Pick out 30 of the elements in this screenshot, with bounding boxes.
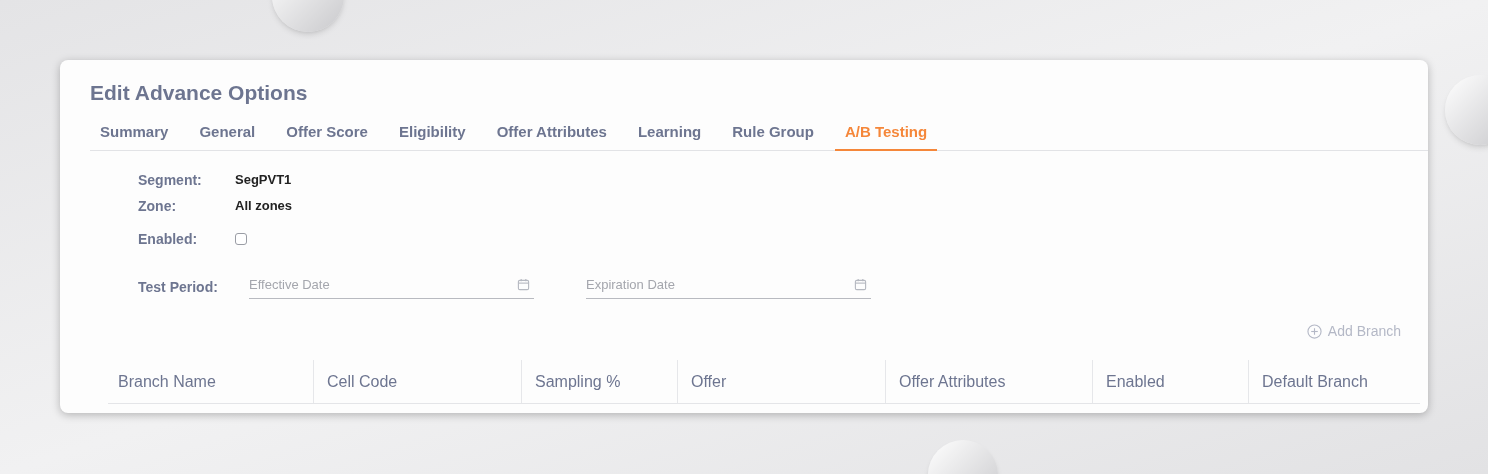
date-input[interactable]: Effective Date [249,274,517,294]
tab[interactable]: Summary [90,115,179,151]
column-header: Sampling % [535,371,621,392]
tab[interactable]: A/B Testing [834,115,938,151]
column-header: Cell Code [327,371,398,392]
field-value: All zones [235,197,293,216]
tab[interactable]: Eligibility [388,115,476,151]
field-label: Test Period: [138,278,219,297]
tab[interactable]: Offer Attributes [486,115,617,151]
calendar-icon[interactable] [854,277,867,291]
date-field[interactable]: Effective Date [249,274,534,299]
field-label: Enabled: [138,229,199,249]
date-field[interactable]: Expiration Date [586,274,871,299]
tab[interactable]: Learning [627,115,712,151]
tab[interactable]: Offer Score [276,115,378,151]
plus-circle-icon [1306,324,1322,339]
calendar-icon[interactable] [517,277,530,291]
column-header: Branch Name [118,371,216,392]
column-header: Enabled [1106,371,1165,392]
column-header: Default Branch [1262,371,1368,392]
column-header: Offer Attributes [899,371,1006,392]
tab[interactable]: Rule Group [722,115,824,151]
column-header: Offer [691,371,727,392]
date-input[interactable]: Expiration Date [586,274,854,294]
field-label: Zone: [138,196,178,216]
card-title: Edit Advance Options [90,80,308,106]
field-value: SegPVT1 [235,171,292,190]
tab[interactable]: General [189,115,266,151]
field-label: Segment: [138,170,203,190]
enabled-checkbox[interactable] [235,233,247,245]
